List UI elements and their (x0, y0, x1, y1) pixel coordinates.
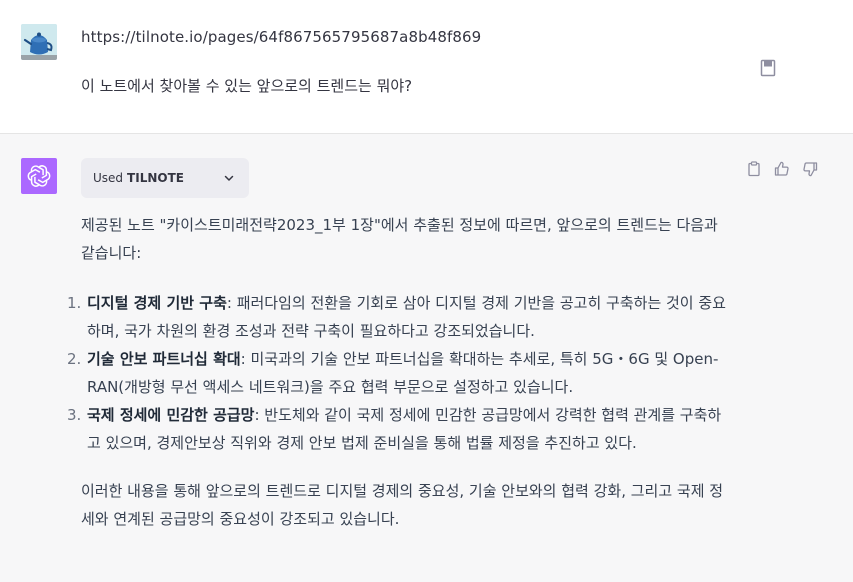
list-item: 2. 기술 안보 파트너십 확대: 미국과의 기술 안보 파트너십을 확대하는 추… (67, 345, 731, 401)
list-item: 3. 국제 정세에 민감한 공급망: 반도체와 같이 국제 정세에 민감한 공급망… (67, 401, 731, 457)
openai-logo-icon (21, 158, 57, 194)
answer-intro: 제공된 노트 "카이스트미래전략2023_1부 1장"에서 추출된 정보에 따르… (81, 216, 718, 262)
thumbs-up-icon[interactable] (774, 161, 790, 177)
plugin-name: TILNOTE (127, 171, 184, 185)
plugin-used-prefix: Used (93, 171, 124, 185)
user-message: https://tilnote.io/pages/64f867565795687… (0, 0, 853, 134)
assistant-message: Used TILNOTE 제공된 노트 "카이스트미래전략2023_1부 1장"… (0, 134, 853, 582)
list-item-title: 국제 정세에 민감한 공급망 (87, 406, 255, 424)
user-message-question: 이 노트에서 찾아볼 수 있는 앞으로의 트렌드는 뭐야? (81, 77, 413, 95)
chevron-down-icon (223, 172, 235, 184)
clipboard-icon[interactable] (746, 161, 762, 177)
list-item-number: 1. (67, 294, 82, 312)
assistant-answer: 제공된 노트 "카이스트미래전략2023_1부 1장"에서 추출된 정보에 따르… (67, 211, 731, 533)
trend-list: 1. 디지털 경제 기반 구축: 패러다임의 전환을 기회로 삼아 디지털 경제 … (67, 289, 731, 457)
list-item-number: 2. (67, 350, 82, 368)
answer-closing: 이러한 내용을 통해 앞으로의 트렌드로 디지털 경제의 중요성, 기술 안보와… (81, 482, 724, 528)
edit-note-icon[interactable] (760, 59, 776, 77)
user-message-url: https://tilnote.io/pages/64f867565795687… (81, 28, 482, 46)
list-item: 1. 디지털 경제 기반 구축: 패러다임의 전환을 기회로 삼아 디지털 경제 … (67, 289, 731, 345)
list-item-number: 3. (67, 406, 82, 424)
message-actions (746, 161, 818, 177)
user-avatar-icon (21, 24, 57, 60)
list-item-title: 기술 안보 파트너십 확대 (87, 350, 241, 368)
list-item-title: 디지털 경제 기반 구축 (87, 294, 227, 312)
plugin-used-toggle[interactable]: Used TILNOTE (81, 158, 249, 198)
thumbs-down-icon[interactable] (802, 161, 818, 177)
